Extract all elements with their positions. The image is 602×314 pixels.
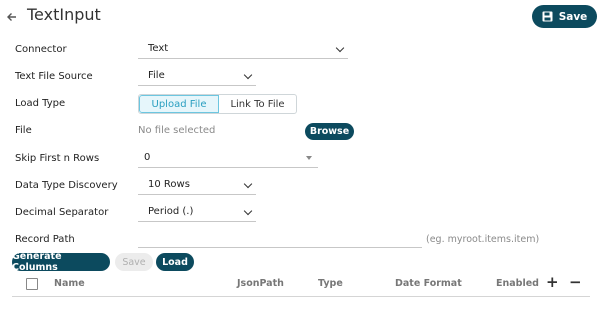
skip-rows-select[interactable]: 0	[138, 149, 318, 168]
file-status: No file selected	[138, 125, 216, 136]
save-icon	[542, 11, 553, 22]
table-header: Name JsonPath Type Date Format Enabled +…	[12, 273, 590, 297]
record-path-input[interactable]	[138, 230, 422, 248]
chevron-down-icon	[243, 206, 253, 216]
save-button-label: Save	[558, 10, 588, 23]
record-path-label: Record Path	[15, 234, 75, 245]
back-arrow-icon[interactable]	[6, 9, 18, 23]
record-path-hint: (eg. myroot.items.item)	[426, 234, 540, 245]
data-type-discovery-select[interactable]: 10 Rows	[138, 176, 256, 195]
generate-columns-button[interactable]: Generate Columns	[12, 251, 110, 273]
text-file-source-value: File	[148, 70, 165, 81]
link-to-file-option[interactable]: Link To File	[219, 95, 296, 113]
text-file-source-label: Text File Source	[15, 71, 93, 82]
select-all-checkbox[interactable]	[26, 278, 38, 290]
text-file-source-select[interactable]: File	[138, 67, 256, 86]
column-header-name: Name	[54, 278, 85, 289]
caret-down-icon	[306, 156, 312, 160]
chevron-down-icon	[243, 179, 253, 189]
page-title: TextInput	[27, 5, 101, 24]
column-header-jsonpath: JsonPath	[237, 278, 284, 289]
upload-file-option[interactable]: Upload File	[139, 95, 219, 113]
decimal-separator-select[interactable]: Period (.)	[138, 203, 256, 222]
secondary-save-button[interactable]: Save	[115, 253, 153, 271]
chevron-down-icon	[335, 43, 345, 53]
decimal-separator-value: Period (.)	[148, 206, 194, 217]
load-button[interactable]: Load	[156, 253, 194, 271]
save-button[interactable]: Save	[532, 5, 597, 28]
remove-row-icon[interactable]: −	[569, 273, 582, 291]
add-row-icon[interactable]: +	[546, 273, 559, 291]
browse-button[interactable]: Browse	[305, 123, 354, 140]
load-type-label: Load Type	[15, 98, 66, 109]
connector-value: Text	[148, 43, 169, 54]
data-type-discovery-label: Data Type Discovery	[15, 180, 118, 191]
column-header-date-format: Date Format	[395, 278, 462, 289]
column-header-type: Type	[318, 278, 343, 289]
chevron-down-icon	[243, 70, 253, 80]
skip-rows-value: 0	[144, 152, 151, 163]
column-header-enabled: Enabled	[496, 278, 539, 289]
skip-rows-label: Skip First n Rows	[15, 153, 100, 164]
load-type-toggle: Upload File Link To File	[138, 94, 297, 114]
decimal-separator-label: Decimal Separator	[15, 207, 109, 218]
connector-label: Connector	[15, 44, 67, 55]
data-type-discovery-value: 10 Rows	[148, 179, 190, 190]
file-label: File	[15, 125, 32, 136]
connector-select[interactable]: Text	[138, 40, 348, 59]
